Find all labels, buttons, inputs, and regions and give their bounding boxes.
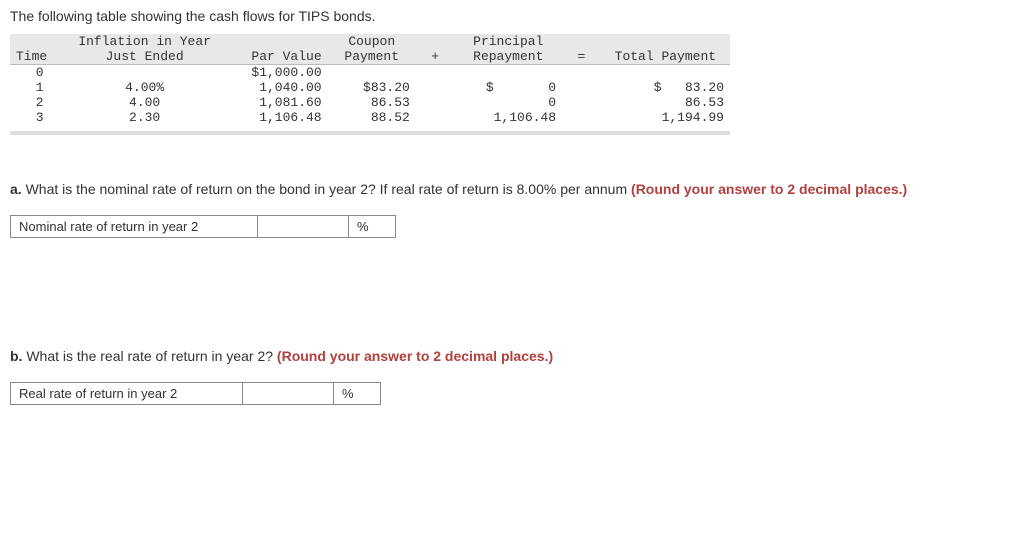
question-b-part: b. bbox=[10, 348, 22, 364]
hdr-principal-bot: Repayment bbox=[455, 49, 563, 65]
hdr-inflation-bot: Just Ended bbox=[69, 49, 220, 65]
hdr-coupon-top: Coupon bbox=[328, 34, 416, 49]
answer-b-unit: % bbox=[334, 383, 381, 405]
table-row: 2 4.00 1,081.60 86.53 0 86.53 bbox=[10, 95, 730, 110]
answer-b-box: Real rate of return in year 2 % bbox=[10, 382, 381, 405]
answer-a-label: Nominal rate of return in year 2 bbox=[11, 216, 258, 238]
question-a-part: a. bbox=[10, 181, 22, 197]
question-b: b. What is the real rate of return in ye… bbox=[10, 348, 1014, 364]
question-b-hint: (Round your answer to 2 decimal places.) bbox=[277, 348, 553, 364]
answer-b-input[interactable] bbox=[243, 384, 333, 404]
answer-a-box: Nominal rate of return in year 2 % bbox=[10, 215, 396, 238]
hdr-plus: + bbox=[416, 49, 455, 65]
hdr-principal-top: Principal bbox=[455, 34, 563, 49]
hdr-inflation-top: Inflation in Year bbox=[69, 34, 220, 49]
hdr-time: Time bbox=[10, 49, 69, 65]
table-row: 3 2.30 1,106.48 88.52 1,106.48 1,194.99 bbox=[10, 110, 730, 125]
question-a-text: What is the nominal rate of return on th… bbox=[22, 181, 631, 197]
intro-text: The following table showing the cash flo… bbox=[10, 8, 1014, 24]
cashflow-table-wrap: Inflation in Year Coupon Principal Time … bbox=[10, 34, 730, 135]
hdr-par: Par Value bbox=[220, 49, 328, 65]
question-b-text: What is the real rate of return in year … bbox=[22, 348, 276, 364]
hdr-coupon-bot: Payment bbox=[328, 49, 416, 65]
answer-b-label: Real rate of return in year 2 bbox=[11, 383, 243, 405]
table-row: 0 $1,000.00 bbox=[10, 65, 730, 81]
question-a: a. What is the nominal rate of return on… bbox=[10, 181, 1014, 197]
answer-a-input[interactable] bbox=[258, 217, 348, 237]
table-row: 1 4.00% 1,040.00 $83.20 $ 0 $ 83.20 bbox=[10, 80, 730, 95]
hdr-eq: = bbox=[562, 49, 601, 65]
answer-a-unit: % bbox=[349, 216, 396, 238]
hdr-total: Total Payment bbox=[601, 49, 730, 65]
question-a-hint: (Round your answer to 2 decimal places.) bbox=[631, 181, 907, 197]
cashflow-table: Inflation in Year Coupon Principal Time … bbox=[10, 34, 730, 125]
